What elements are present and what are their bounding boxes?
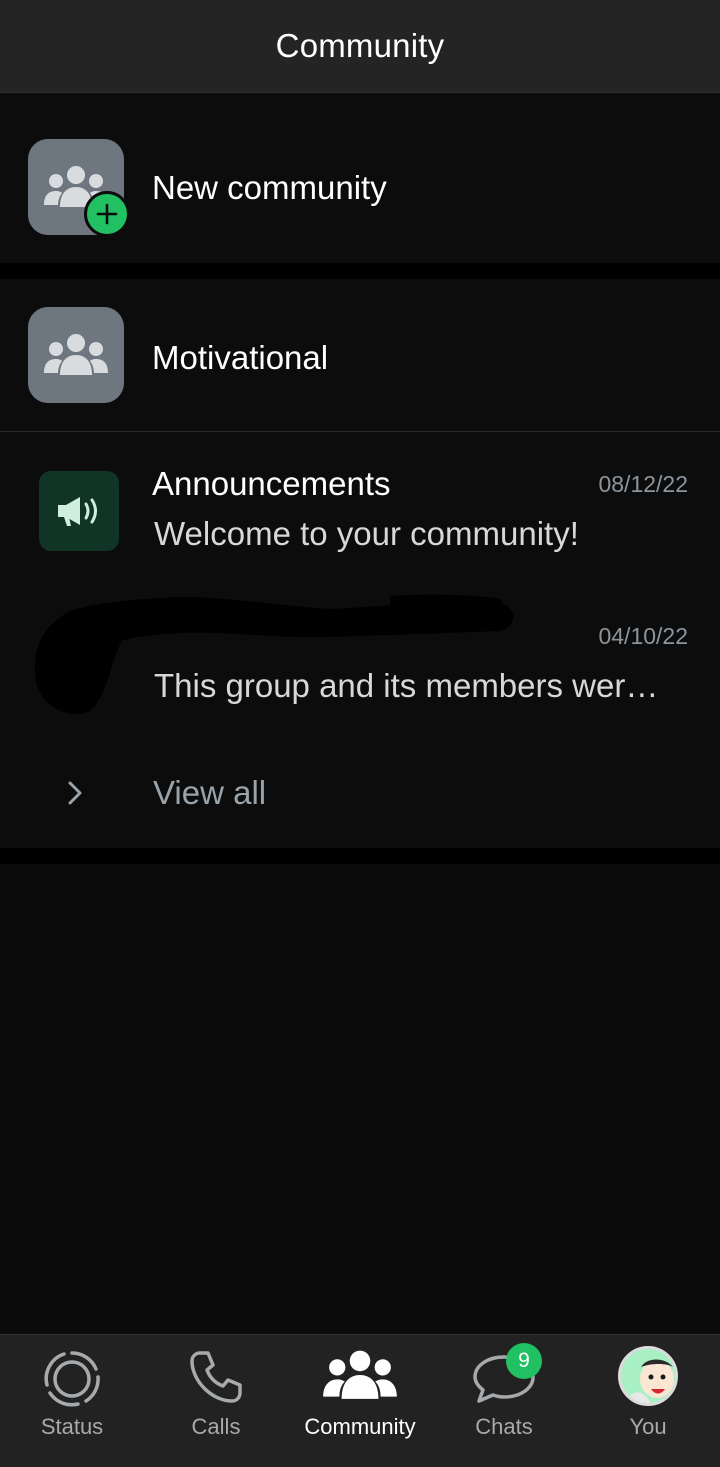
community-icon xyxy=(323,1350,397,1399)
nav-calls[interactable]: Calls xyxy=(144,1335,288,1467)
community-card: Motivational Announcements 08/12/22 Welc… xyxy=(0,279,720,848)
section-separator xyxy=(0,848,720,864)
status-icon xyxy=(44,1351,100,1407)
community-name[interactable]: Motivational xyxy=(152,339,328,377)
group-date: 04/10/22 xyxy=(598,623,688,649)
redaction-scribble xyxy=(35,594,514,715)
section-separator xyxy=(0,263,720,279)
nav-label: Chats xyxy=(475,1414,533,1439)
unread-badge: 9 xyxy=(506,1343,542,1379)
phone-icon xyxy=(190,1351,242,1403)
page-title: Community xyxy=(275,27,445,64)
megaphone-icon xyxy=(39,471,119,551)
group-last-message: Welcome to your community! xyxy=(154,515,579,552)
plus-icon xyxy=(84,191,130,237)
group-title: Announcements xyxy=(152,465,391,502)
nav-chats[interactable]: 9 Chats xyxy=(432,1335,576,1467)
view-all-label: View all xyxy=(153,774,267,811)
nav-label: Calls xyxy=(191,1414,241,1439)
top-app-bar: Community xyxy=(0,0,720,93)
view-all-row[interactable]: View all xyxy=(0,749,720,839)
new-community-label: New community xyxy=(152,169,387,206)
profile-avatar xyxy=(618,1346,678,1406)
community-screen: Community New community Motivational Ann… xyxy=(0,0,720,1467)
nav-label: Community xyxy=(304,1414,416,1439)
divider xyxy=(0,431,720,432)
community-avatar[interactable] xyxy=(28,307,124,403)
nav-status[interactable]: Status xyxy=(0,1335,144,1467)
group-last-message: This group and its members wer… xyxy=(154,667,659,704)
bottom-navigation: Status Calls Community 9 Chats You xyxy=(0,1334,720,1467)
nav-community[interactable]: Community xyxy=(288,1335,432,1467)
nav-label: You xyxy=(629,1414,667,1439)
chevron-right-icon xyxy=(68,781,82,805)
new-community-row[interactable]: New community xyxy=(0,93,720,263)
group-date: 08/12/22 xyxy=(598,471,688,497)
nav-label: Status xyxy=(40,1414,104,1439)
nav-you[interactable]: You xyxy=(576,1335,720,1467)
